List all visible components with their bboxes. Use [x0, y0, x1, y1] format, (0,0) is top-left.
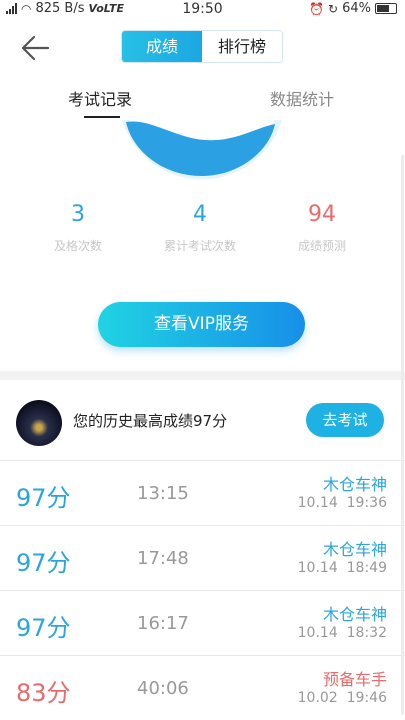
record-row[interactable]: 97分 17:48 木仓车神 10.14 18:49 — [0, 525, 405, 590]
screen: ◠ 825 B/s VoLTE 19:50 ⏰ ↻ 64% 成绩 排行榜 考试记… — [0, 0, 405, 720]
stat-prediction: 94 成绩预测 — [262, 202, 382, 254]
record-time: 18:32 — [346, 625, 387, 641]
record-time: 19:36 — [346, 495, 387, 511]
status-bar: ◠ 825 B/s VoLTE 19:50 ⏰ ↻ 64% — [0, 0, 405, 20]
stat-prediction-label: 成绩预测 — [297, 239, 346, 253]
stat-passed-value: 3 — [71, 202, 85, 227]
record-duration: 16:17 — [137, 613, 189, 634]
status-right: ⏰ ↻ 64% — [309, 1, 397, 16]
scrollbar[interactable] — [401, 155, 404, 715]
tab-bar: 考试记录 数据统计 — [0, 80, 405, 120]
record-level: 木仓车神 — [322, 540, 387, 559]
segment-ranking[interactable]: 排行榜 — [202, 31, 282, 62]
record-row[interactable]: 97分 13:15 木仓车神 10.14 19:36 — [0, 460, 405, 525]
record-score: 83分 — [16, 679, 71, 707]
record-score: 97分 — [16, 549, 71, 577]
record-duration: 13:15 — [137, 483, 189, 504]
section-divider — [0, 371, 405, 380]
stat-passed-label: 及格次数 — [53, 239, 102, 253]
record-row[interactable]: 83分 40:06 预备车手 10.02 19:46 — [0, 655, 405, 720]
stat-passed: 3 及格次数 — [18, 202, 138, 254]
record-date: 10.14 — [297, 495, 338, 511]
battery-icon — [375, 3, 397, 14]
lock-rotation-icon: ↻ — [328, 1, 339, 16]
record-level: 木仓车神 — [322, 475, 387, 494]
back-arrow-icon[interactable] — [20, 34, 50, 62]
go-exam-button[interactable]: 去考试 — [306, 403, 384, 437]
tab-exam-records[interactable]: 考试记录 — [68, 86, 132, 110]
record-score: 97分 — [16, 484, 71, 512]
score-gauge — [122, 120, 282, 180]
stat-prediction-value: 94 — [308, 202, 336, 227]
record-datetime: 10.14 19:36 — [298, 495, 387, 511]
battery-percent: 64% — [342, 1, 371, 16]
record-duration: 40:06 — [137, 678, 189, 699]
vip-service-button[interactable]: 查看VIP服务 — [98, 302, 305, 347]
record-date: 10.02 — [297, 690, 338, 706]
segment-control: 成绩 排行榜 — [121, 30, 283, 63]
stat-total-label: 累计考试次数 — [163, 239, 236, 253]
record-datetime: 10.14 18:49 — [298, 560, 387, 576]
segment-score[interactable]: 成绩 — [122, 31, 202, 62]
record-level: 预备车手 — [322, 670, 387, 689]
record-level: 木仓车神 — [322, 605, 387, 624]
tab-statistics[interactable]: 数据统计 — [270, 86, 334, 110]
record-datetime: 10.14 18:32 — [298, 625, 387, 641]
active-tab-underline — [84, 116, 120, 118]
avatar[interactable] — [16, 400, 62, 446]
alarm-icon: ⏰ — [309, 1, 325, 16]
record-row[interactable]: 97分 16:17 木仓车神 10.14 18:32 — [0, 590, 405, 655]
record-date: 10.14 — [297, 625, 338, 641]
record-list: 97分 13:15 木仓车神 10.14 19:36 97分 17:48 木仓车神 10.14… — [0, 460, 405, 720]
record-time: 19:46 — [346, 690, 387, 706]
record-score: 97分 — [16, 614, 71, 642]
stat-total: 4 累计考试次数 — [140, 202, 260, 254]
record-datetime: 10.02 19:46 — [298, 690, 387, 706]
best-score-card: 您的历史最高成绩97分 去考试 — [0, 380, 405, 460]
best-score-text: 您的历史最高成绩97分 — [73, 412, 228, 430]
stat-total-value: 4 — [193, 202, 207, 227]
record-duration: 17:48 — [137, 548, 189, 569]
record-date: 10.14 — [297, 560, 338, 576]
record-time: 18:49 — [346, 560, 387, 576]
